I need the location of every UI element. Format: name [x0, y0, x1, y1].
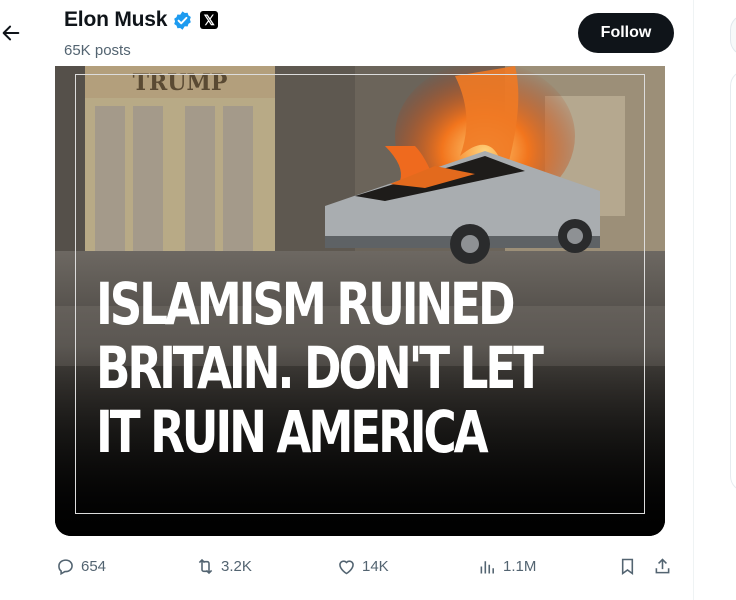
storefront-sign: TRUMP [133, 70, 228, 96]
headline-line-1: ISLAMISM RUINED [96, 270, 516, 338]
views-icon [480, 560, 494, 573]
like-button[interactable]: 14K [336, 551, 389, 581]
post-image[interactable]: TRUMP ISLAMISM RUINED BRITAIN. DON'T LET… [55, 66, 665, 536]
follow-button[interactable]: Follow [578, 13, 674, 53]
like-icon [339, 559, 354, 574]
search-input[interactable] [730, 14, 736, 56]
repost-count: 3.2K [221, 557, 252, 575]
share-icon [655, 557, 670, 573]
sidebar-card [730, 70, 736, 492]
app: Elon Musk 𝕏 65K posts Follow TRUMP ISLAM… [0, 0, 736, 600]
profile-header: Elon Musk 𝕏 65K posts Follow [0, 0, 693, 66]
reply-count: 654 [81, 557, 107, 575]
profile-name[interactable]: Elon Musk [64, 8, 167, 32]
verified-badge-icon[interactable] [172, 10, 193, 31]
post-actions: 654 3.2K 14K 1.1M [55, 551, 675, 581]
repost-icon [198, 558, 213, 574]
share-button[interactable] [652, 551, 673, 581]
headline-line-2: BRITAIN. DON'T LET [96, 334, 544, 402]
reply-icon [58, 558, 73, 575]
back-arrow-icon[interactable] [0, 21, 22, 45]
x-logo-icon[interactable]: 𝕏 [200, 11, 219, 29]
views-count: 1.1M [503, 557, 537, 575]
headline-line-3: IT RUIN AMERICA [96, 398, 489, 466]
image-headline: ISLAMISM RUINED BRITAIN. DON'T LET IT RU… [96, 270, 544, 466]
bookmark-icon [621, 558, 634, 575]
reply-button[interactable]: 654 [55, 551, 106, 581]
like-count: 14K [362, 557, 389, 575]
name-row: Elon Musk 𝕏 [64, 8, 219, 32]
repost-button[interactable]: 3.2K [195, 551, 252, 581]
right-sidebar [694, 0, 736, 600]
bookmark-button[interactable] [617, 551, 638, 581]
views-button[interactable]: 1.1M [477, 551, 536, 581]
main-column: Elon Musk 𝕏 65K posts Follow TRUMP ISLAM… [0, 0, 694, 600]
post-count: 65K posts [64, 42, 131, 59]
